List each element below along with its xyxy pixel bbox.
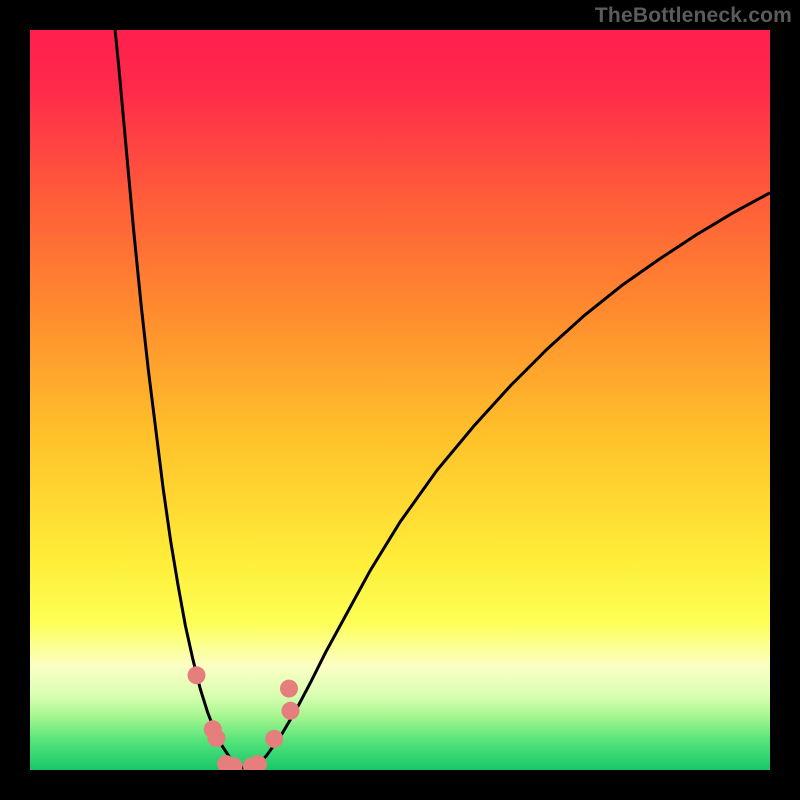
data-marker xyxy=(188,666,206,684)
data-marker xyxy=(281,702,299,720)
watermark-text: TheBottleneck.com xyxy=(595,4,792,28)
chart-svg xyxy=(30,30,770,770)
data-marker xyxy=(207,729,225,747)
plot-area xyxy=(30,30,770,770)
gradient-background xyxy=(30,30,770,770)
outer-frame: TheBottleneck.com xyxy=(0,0,800,800)
data-marker xyxy=(265,730,283,748)
data-marker xyxy=(280,680,298,698)
